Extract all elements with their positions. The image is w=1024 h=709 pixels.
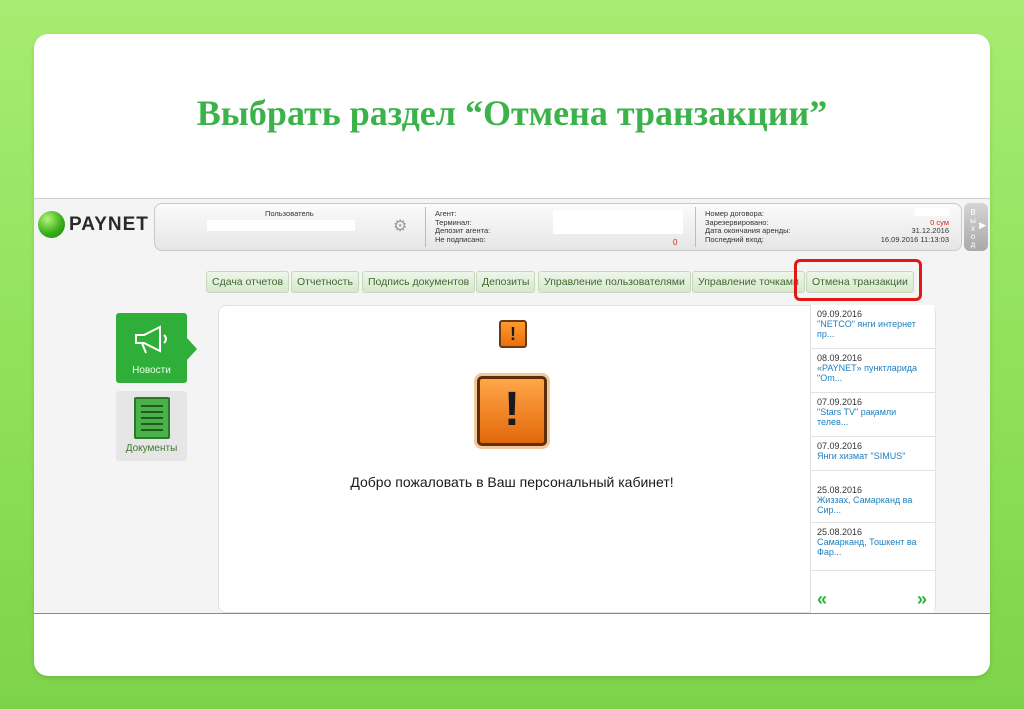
logo-ball-icon bbox=[38, 211, 65, 238]
next-page-button[interactable]: » bbox=[917, 589, 927, 610]
news-link[interactable]: «PAYNET» пунктларида "Om... bbox=[817, 363, 929, 383]
news-date: 07.09.2016 bbox=[817, 397, 863, 407]
news-link[interactable]: Жиззах, Самарканд ва Сир... bbox=[817, 495, 929, 515]
list-item[interactable]: 09.09.2016 "NETCO" янги интернет пр... bbox=[811, 305, 935, 349]
tab-reporting[interactable]: Отчетность bbox=[291, 271, 359, 293]
tab-point-management[interactable]: Управление точками bbox=[692, 271, 805, 293]
user-label: Пользователь bbox=[265, 209, 314, 218]
news-date: 08.09.2016 bbox=[817, 353, 863, 363]
sidebar-item-documents[interactable]: Документы bbox=[116, 391, 187, 461]
warning-icon: ! bbox=[477, 376, 547, 446]
exit-label: Выход bbox=[970, 208, 976, 249]
user-name-field bbox=[207, 220, 355, 231]
sidebar-item-label: Новости bbox=[132, 365, 171, 376]
gear-icon[interactable]: ⚙ bbox=[393, 216, 407, 236]
news-link[interactable]: Янги хизмат "SIMUS" bbox=[817, 451, 929, 461]
list-item[interactable]: 07.09.2016 "Stars TV" рақамли телев... bbox=[811, 393, 935, 437]
exit-arrow-icon: ▶ bbox=[979, 220, 986, 230]
unsigned-count: 0 bbox=[673, 238, 678, 247]
header-divider bbox=[695, 207, 696, 247]
tab-deposits[interactable]: Депозиты bbox=[476, 271, 536, 293]
highlight-frame bbox=[794, 259, 922, 301]
prev-page-button[interactable]: « bbox=[817, 589, 827, 610]
sidebar-item-label: Документы bbox=[125, 443, 178, 454]
document-icon bbox=[134, 397, 170, 439]
news-link[interactable]: "Stars TV" рақамли телев... bbox=[817, 407, 929, 427]
header-divider bbox=[425, 207, 426, 247]
agent-info-labels: Агент: Терминал: Депозит агента: Не подп… bbox=[435, 209, 490, 244]
header-bar: Пользователь ⚙ Агент: Терминал: Депозит … bbox=[154, 203, 962, 251]
contract-info-labels: Номер договора: Зарезервировано: Дата ок… bbox=[705, 209, 791, 244]
exit-button[interactable]: Выход ▶ bbox=[964, 203, 988, 251]
unsigned-label: Не подписано: bbox=[435, 234, 486, 244]
news-date: 25.08.2016 bbox=[817, 485, 863, 495]
paynet-logo[interactable]: PAYNET bbox=[38, 211, 156, 239]
welcome-message: Добро пожаловать в Ваш персональный каби… bbox=[350, 474, 674, 490]
news-link[interactable]: "NETCO" янги интернет пр... bbox=[817, 319, 929, 339]
agent-info-field bbox=[553, 210, 683, 234]
tab-reports-submit[interactable]: Сдача отчетов bbox=[206, 271, 290, 293]
warning-icon[interactable]: ! bbox=[499, 320, 527, 348]
news-date: 25.08.2016 bbox=[817, 527, 863, 537]
slide-title: Выбрать раздел “Отмена транзакции” bbox=[196, 93, 828, 133]
megaphone-icon bbox=[135, 325, 167, 354]
logo-text: PAYNET bbox=[69, 214, 149, 235]
app-screenshot: PAYNET Пользователь ⚙ Агент: Терминал: Д… bbox=[34, 198, 990, 614]
news-date: 09.09.2016 bbox=[817, 309, 863, 319]
active-pointer-icon bbox=[187, 338, 197, 360]
contract-info-values: 0 сум 31.12.2016 16.09.2016 11:13:03 bbox=[859, 210, 949, 244]
list-item[interactable]: 25.08.2016 Жиззах, Самарканд ва Сир... bbox=[811, 471, 935, 523]
news-list: 09.09.2016 "NETCO" янги интернет пр... 0… bbox=[810, 305, 935, 613]
news-link[interactable]: Самарканд, Тошкент ва Фар... bbox=[817, 537, 929, 557]
tab-sign-documents[interactable]: Подпись документов bbox=[362, 271, 476, 293]
news-date: 07.09.2016 bbox=[817, 441, 863, 451]
list-item[interactable]: 08.09.2016 «PAYNET» пунктларида "Om... bbox=[811, 349, 935, 393]
sidebar-item-news[interactable]: Новости bbox=[116, 313, 187, 383]
list-item[interactable]: 07.09.2016 Янги хизмат "SIMUS" bbox=[811, 437, 935, 471]
last-login-label: Последний вход: bbox=[705, 234, 764, 244]
tab-user-management[interactable]: Управление пользователями bbox=[538, 271, 691, 293]
last-login-value: 16.09.2016 11:13:03 bbox=[880, 234, 949, 244]
list-item[interactable]: 25.08.2016 Самарканд, Тошкент ва Фар... bbox=[811, 523, 935, 571]
